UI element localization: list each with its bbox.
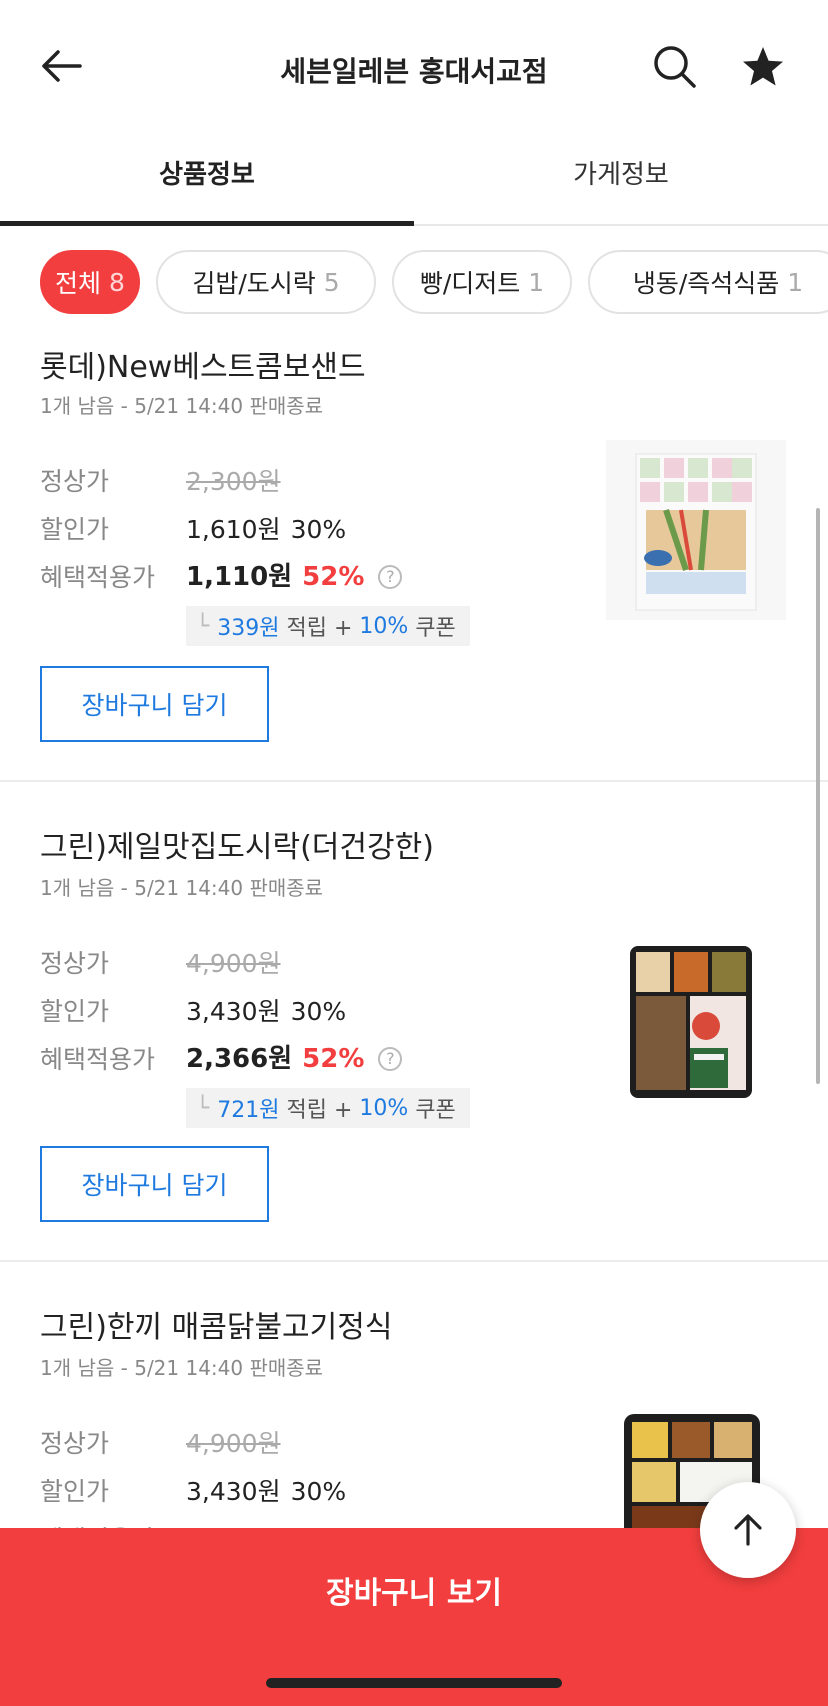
product-name: 그린)제일맛집도시락(더건강한) (40, 830, 434, 865)
top-app-bar: 세븐일레븐 홍대서교점 (0, 0, 828, 130)
search-icon (654, 46, 696, 88)
product-image-sandwich[interactable] (606, 440, 786, 620)
regular-price-value: 4,900원 (186, 1429, 281, 1458)
arrow-up-icon (734, 1514, 762, 1546)
product-card: 그린)제일맛집도시락(더건강한) 1개 남음 - 5/21 14:40 판매종료… (0, 782, 828, 1262)
favorite-button[interactable] (740, 44, 786, 90)
regular-price-label: 정상가 (40, 949, 110, 978)
view-cart-label: 장바구니 보기 (325, 1576, 503, 1611)
chip-frozen-instant[interactable]: 냉동/즉석식품 1 (588, 250, 828, 314)
chip-count: 8 (109, 267, 125, 297)
view-cart-bar[interactable]: 장바구니 보기 (0, 1528, 828, 1706)
product-stock-deadline: 1개 남음 - 5/21 14:40 판매종료 (40, 876, 324, 900)
benefit-price-value: 1,110원 52%? (186, 556, 403, 593)
chip-count: 1 (787, 267, 804, 297)
product-list: 롯데)New베스트콤보샌드 1개 남음 - 5/21 14:40 판매종료 정상… (0, 320, 828, 1528)
benefit-price-label: 혜택적용가 (40, 563, 156, 592)
chip-label: 전체 (55, 269, 102, 298)
help-icon[interactable]: ? (378, 1047, 403, 1071)
regular-price-label: 정상가 (40, 467, 110, 496)
help-icon[interactable]: ? (378, 565, 403, 589)
reward-info: └ 721원 적립 + 10% 쿠폰 (186, 1088, 470, 1128)
chip-label: 김밥/도시락 (192, 269, 316, 298)
product-card: 롯데)New베스트콤보샌드 1개 남음 - 5/21 14:40 판매종료 정상… (0, 320, 828, 782)
scroll-to-top-button[interactable] (700, 1482, 796, 1578)
regular-price-value: 4,900원 (186, 949, 281, 978)
discount-price-label: 할인가 (40, 997, 110, 1026)
chip-bread-dessert[interactable]: 빵/디저트 1 (392, 250, 572, 314)
chip-label: 빵/디저트 (419, 269, 521, 298)
scrollbar[interactable] (816, 508, 820, 1084)
product-card: 그린)한끼 매콤닭불고기정식 1개 남음 - 5/21 14:40 판매종료 정… (0, 1262, 828, 1528)
category-chip-list: 전체 8 김밥/도시락 5 빵/디저트 1 냉동/즉석식품 1 (0, 250, 828, 318)
add-to-cart-button[interactable]: 장바구니 담기 (40, 666, 269, 742)
active-tab-indicator (0, 221, 414, 226)
tab-product-info[interactable]: 상품정보 (0, 154, 414, 191)
chip-label: 냉동/즉석식품 (632, 269, 780, 298)
discount-price-value: 1,610원 30% (186, 515, 347, 544)
discount-price-label: 할인가 (40, 515, 110, 544)
product-name: 그린)한끼 매콤닭불고기정식 (40, 1310, 393, 1345)
benefit-price-value: 2,366원 52%? (186, 1038, 403, 1075)
reward-info: └ 339원 적립 + 10% 쿠폰 (186, 606, 470, 646)
product-name: 롯데)New베스트콤보샌드 (40, 350, 366, 385)
add-to-cart-button[interactable]: 장바구니 담기 (40, 1146, 269, 1222)
benefit-price-label: 혜택적용가 (40, 1045, 156, 1074)
search-button[interactable] (652, 44, 698, 90)
discount-price-label: 할인가 (40, 1477, 110, 1506)
product-stock-deadline: 1개 남음 - 5/21 14:40 판매종료 (40, 394, 324, 418)
benefit-price-label: 혜택적용가 (40, 1520, 155, 1528)
chip-all[interactable]: 전체 8 (40, 250, 140, 314)
chip-gimbap-lunchbox[interactable]: 김밥/도시락 5 (156, 250, 376, 314)
store-title: 세븐일레븐 홍대서교점 (280, 55, 548, 88)
chip-count: 5 (323, 267, 340, 297)
product-stock-deadline: 1개 남음 - 5/21 14:40 판매종료 (40, 1356, 324, 1380)
home-indicator (266, 1678, 562, 1688)
regular-price-value: 2,300원 (186, 467, 281, 496)
star-icon (743, 47, 783, 86)
tab-store-info[interactable]: 가게정보 (414, 154, 828, 191)
tab-bar: 상품정보 가게정보 (0, 130, 828, 226)
product-image-lunchbox[interactable] (628, 944, 754, 1100)
regular-price-label: 정상가 (40, 1429, 110, 1458)
discount-price-value: 3,430원 30% (186, 1477, 347, 1506)
discount-price-value: 3,430원 30% (186, 997, 347, 1026)
chip-count: 1 (528, 267, 545, 297)
